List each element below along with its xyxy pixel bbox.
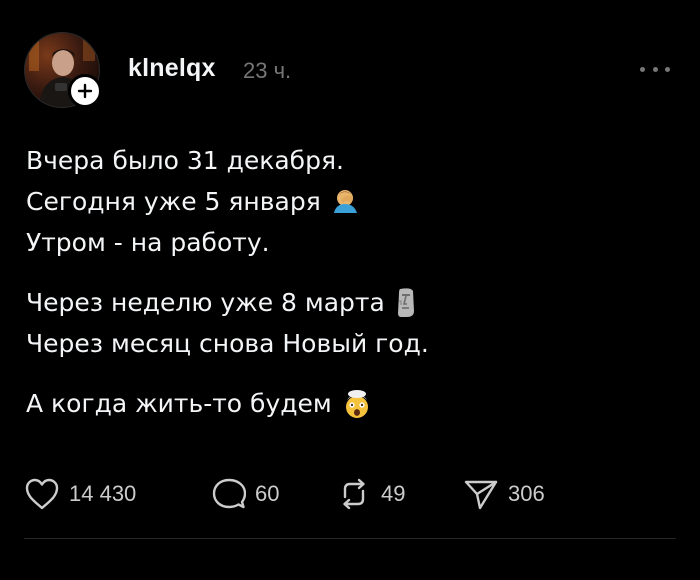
reply-count: 60 [255,481,280,506]
paragraph-1: Вчера было 31 декабря. Сегодня уже 5 янв… [26,140,666,263]
repost-button[interactable]: 49 [336,477,463,511]
send-icon [464,480,498,510]
post-text: Вчера было 31 декабря. Сегодня уже 5 янв… [26,140,666,443]
plus-icon [77,83,93,99]
post-line-5: Через месяц снова Новый год. [26,323,666,364]
facepalm-emoji-icon [331,187,361,217]
follow-button[interactable] [68,74,102,108]
post-divider [24,538,676,539]
post-line-4-text: Через неделю уже 8 марта [26,288,385,317]
more-options-icon[interactable] [640,62,670,76]
post-line-2-text: Сегодня уже 5 января [26,187,321,216]
post-line-3: Утром - на работу. [26,222,666,263]
like-count: 14 430 [69,481,137,506]
moai-emoji-icon [395,287,417,319]
post-actions: 14 430 60 49 306 [24,474,545,514]
repost-icon [343,478,365,510]
post-line-1-text: Вчера было 31 декабря. [26,146,344,175]
post-line-3-text: Утром - на работу. [26,228,270,257]
comment-icon [212,478,246,509]
like-button[interactable]: 14 430 [24,477,212,511]
share-count: 306 [508,481,545,506]
post-timestamp[interactable]: 23 ч. [243,58,291,84]
paragraph-3: А когда жить-то будем [26,383,666,424]
repost-count: 49 [381,481,406,506]
heart-icon [25,478,59,510]
avatar-container[interactable] [24,32,102,108]
exploding-head-emoji-icon [342,388,372,420]
post-line-6-text: А когда жить-то будем [26,389,332,418]
post-line-5-text: Через месяц снова Новый год. [26,329,429,358]
username[interactable]: klnelqx [128,54,216,83]
post-line-2: Сегодня уже 5 января [26,181,666,222]
reply-button[interactable]: 60 [212,477,336,511]
thread-post: klnelqx 23 ч. Вчера было 31 декабря. Сег… [0,0,700,580]
post-line-6: А когда жить-то будем [26,383,666,424]
post-line-1: Вчера было 31 декабря. [26,140,666,181]
share-button[interactable]: 306 [463,477,545,511]
post-line-4: Через неделю уже 8 марта [26,282,666,323]
paragraph-2: Через неделю уже 8 марта Через месяц сно… [26,282,666,364]
